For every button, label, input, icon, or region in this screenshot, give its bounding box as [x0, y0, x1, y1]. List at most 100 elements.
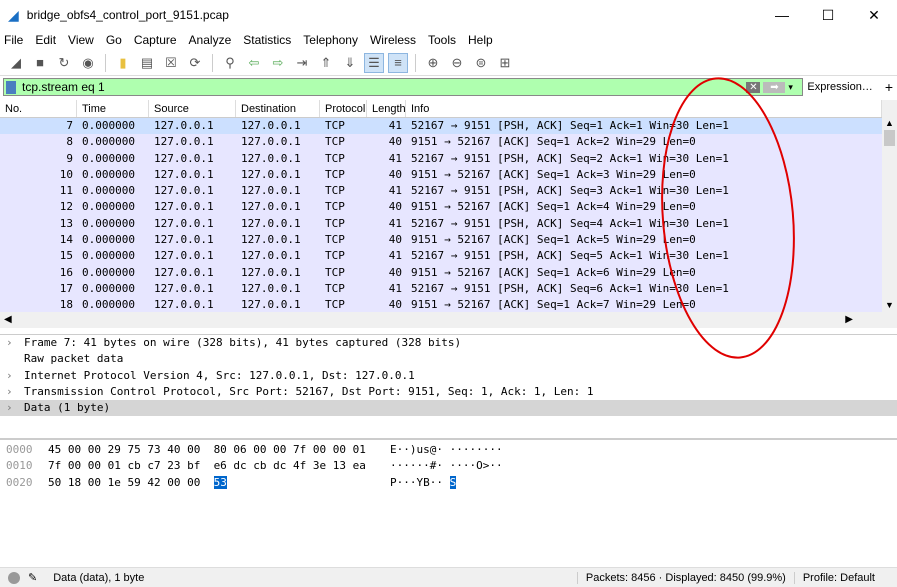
reload-icon[interactable]: ⟳ — [185, 53, 205, 73]
packet-cell-protocol: TCP — [325, 233, 345, 247]
column-header-source[interactable]: Source — [149, 100, 236, 117]
packet-row[interactable]: 9 0.000000 127.0.0.1 127.0.0.1 TCP 41 52167 → … — [0, 150, 882, 167]
bookmark-icon[interactable] — [6, 80, 16, 94]
zoom-reset-icon[interactable]: ⊜ — [471, 53, 491, 73]
hex-bytes[interactable]: 50 18 00 1e 59 42 00 00 53 — [42, 475, 390, 491]
save-icon[interactable]: ▤ — [137, 53, 157, 73]
expand-arrow-icon[interactable]: › — [6, 400, 13, 416]
packet-row[interactable]: 14 0.000000 127.0.0.1 127.0.0.1 TCP 40 9151 → … — [0, 232, 882, 249]
zoom-out-icon[interactable]: ⊖ — [447, 53, 467, 73]
minimize-button[interactable]: — — [759, 7, 805, 24]
display-filter-input[interactable]: tcp.stream eq 1 ✕ ➡ ▾ — [3, 78, 804, 96]
packet-cell-time: 0.000000 — [82, 216, 135, 230]
options-icon[interactable]: ◉ — [78, 53, 98, 73]
hex-ascii[interactable]: ······#· ····O>·· — [390, 458, 503, 474]
packet-list-hscrollbar[interactable]: ◀ ▶ — [0, 312, 897, 328]
packet-list-vscrollbar[interactable]: ▲ ▼ — [882, 100, 897, 312]
packet-row[interactable]: 12 0.000000 127.0.0.1 127.0.0.1 TCP 40 9151 → … — [0, 199, 882, 216]
column-header-length[interactable]: Length — [367, 100, 406, 117]
packet-row[interactable]: 10 0.000000 127.0.0.1 127.0.0.1 TCP 40 9151 → … — [0, 166, 882, 184]
profile-selector[interactable]: Profile: Default — [793, 571, 883, 584]
menu-view[interactable]: View — [68, 33, 94, 47]
packet-row[interactable]: 8 0.000000 127.0.0.1 127.0.0.1 TCP 40 9151 → 5… — [0, 134, 882, 151]
hex-ascii[interactable]: E··)us@· ········ — [390, 442, 503, 458]
packet-cell-info: 52167 → 9151 [PSH, ACK] Seq=2 Ack=1 Win=… — [411, 151, 729, 165]
resize-columns-icon[interactable]: ⊞ — [495, 53, 515, 73]
menu-tools[interactable]: Tools — [428, 33, 456, 47]
stop-icon[interactable]: ■ — [30, 53, 50, 73]
packet-cell-protocol: TCP — [325, 265, 345, 279]
detail-tree-item[interactable]: › Transmission Control Protocol, Src Port… — [0, 384, 897, 400]
first-icon[interactable]: ⇑ — [316, 53, 336, 73]
zoom-in-icon[interactable]: ⊕ — [423, 53, 443, 73]
packet-row[interactable]: 13 0.000000 127.0.0.1 127.0.0.1 TCP 41 52167 →… — [0, 215, 882, 233]
hex-bytes[interactable]: 7f 00 00 01 cb c7 23 bf e6 dc cb dc 4f 3… — [42, 458, 390, 474]
column-header-protocol[interactable]: Protocol — [320, 100, 367, 117]
filter-history-dropdown[interactable]: ▾ — [788, 82, 800, 93]
packet-cell-destination: 127.0.0.1 — [241, 184, 301, 198]
goto-icon[interactable]: ⇥ — [292, 53, 312, 73]
packet-row[interactable]: 18 0.000000 127.0.0.1 127.0.0.1 TCP 40 9151 → … — [0, 297, 882, 312]
menu-statistics[interactable]: Statistics — [243, 33, 291, 47]
close-file-icon[interactable]: ☒ — [161, 53, 181, 73]
column-header-time[interactable]: Time — [77, 100, 149, 117]
main-toolbar: ◢ ■ ↻ ◉ ▮ ▤ ☒ ⟳ ⚲ ⇦ ⇨ ⇥ ⇑ ⇓ ☰ ≡ ⊕ ⊖ ⊜ ⊞ — [0, 50, 897, 76]
restart-icon[interactable]: ↻ — [54, 53, 74, 73]
clear-filter-icon[interactable]: ✕ — [746, 81, 761, 93]
add-filter-button[interactable]: + — [885, 79, 893, 95]
column-header-info[interactable]: Info — [406, 100, 882, 117]
packet-cell-length: 40 — [388, 298, 402, 312]
menu-analyze[interactable]: Analyze — [189, 33, 232, 47]
packet-row[interactable]: 11 0.000000 127.0.0.1 127.0.0.1 TCP 41 52167 →… — [0, 183, 882, 200]
packet-cell-protocol: TCP — [325, 135, 345, 149]
menu-edit[interactable]: Edit — [35, 33, 56, 47]
ascii-text: ······#· ····O>·· — [390, 459, 503, 473]
maximize-button[interactable]: ☐ — [805, 7, 851, 24]
packet-cell-no: 15 — [59, 249, 73, 263]
expand-arrow-icon[interactable]: › — [6, 384, 13, 400]
packet-cell-no: 11 — [59, 184, 73, 198]
packet-row[interactable]: 17 0.000000 127.0.0.1 127.0.0.1 TCP 41 52167 →… — [0, 280, 882, 298]
detail-tree-item[interactable]: Raw packet data — [0, 351, 897, 367]
expand-arrow-icon[interactable]: › — [6, 335, 13, 351]
packet-row[interactable]: 16 0.000000 127.0.0.1 127.0.0.1 TCP 40 9151 → … — [0, 264, 882, 281]
hex-offset: 0020 — [6, 475, 33, 489]
expert-info-icon[interactable] — [8, 571, 20, 584]
forward-icon[interactable]: ⇨ — [268, 53, 288, 73]
open-icon[interactable]: ▮ — [113, 53, 133, 73]
shark-fin-icon[interactable]: ◢ — [6, 53, 26, 73]
back-icon[interactable]: ⇦ — [244, 53, 264, 73]
close-button[interactable]: ✕ — [851, 7, 897, 24]
hex-byte-selected[interactable]: 53 — [213, 475, 227, 489]
packet-cell-info: 9151 → 52167 [ACK] Seq=1 Ack=3 Win=29 Le… — [411, 167, 696, 181]
hex-row: 0000 45 00 00 29 75 73 40 00 80 06 00 00 … — [0, 442, 897, 458]
detail-tree-item[interactable]: › Frame 7: 41 bytes on wire (328 bits), 4… — [0, 335, 897, 351]
autoscroll-icon[interactable]: ☰ — [364, 52, 384, 73]
detail-tree-item[interactable]: › Internet Protocol Version 4, Src: 127.0… — [0, 368, 897, 384]
packet-cell-protocol: TCP — [325, 167, 345, 181]
detail-tree-item[interactable]: › Data (1 byte) — [0, 400, 897, 417]
packet-cell-time: 0.000000 — [82, 233, 135, 247]
menu-help[interactable]: Help — [468, 33, 493, 47]
column-header-destination[interactable]: Destination — [236, 100, 320, 117]
packet-row[interactable]: 15 0.000000 127.0.0.1 127.0.0.1 TCP 41 52167 →… — [0, 248, 882, 265]
column-header-no[interactable]: No. — [0, 100, 77, 117]
packet-row[interactable]: 7 0.000000 127.0.0.1 127.0.0.1 TCP 41 52167 → … — [0, 118, 882, 135]
menu-telephony[interactable]: Telephony — [303, 33, 358, 47]
expression-button[interactable]: Expression… — [807, 81, 872, 93]
capture-comment-icon[interactable]: ✎ — [28, 571, 37, 584]
last-icon[interactable]: ⇓ — [340, 53, 360, 73]
hex-ascii[interactable]: P···YB·· S — [390, 475, 457, 491]
menu-capture[interactable]: Capture — [134, 33, 177, 47]
packet-cell-protocol: TCP — [325, 216, 345, 230]
expand-arrow-icon[interactable]: › — [6, 368, 13, 384]
find-icon[interactable]: ⚲ — [220, 53, 240, 73]
hex-bytes[interactable]: 45 00 00 29 75 73 40 00 80 06 00 00 7f 0… — [42, 442, 390, 458]
menu-wireless[interactable]: Wireless — [370, 33, 416, 47]
colorize-icon[interactable]: ≡ — [388, 52, 408, 73]
menu-go[interactable]: Go — [106, 33, 122, 47]
menu-file[interactable]: File — [4, 33, 23, 47]
ascii-selected[interactable]: S — [449, 475, 457, 489]
apply-filter-icon[interactable]: ➡ — [763, 81, 786, 93]
packet-cell-no: 18 — [59, 298, 73, 312]
